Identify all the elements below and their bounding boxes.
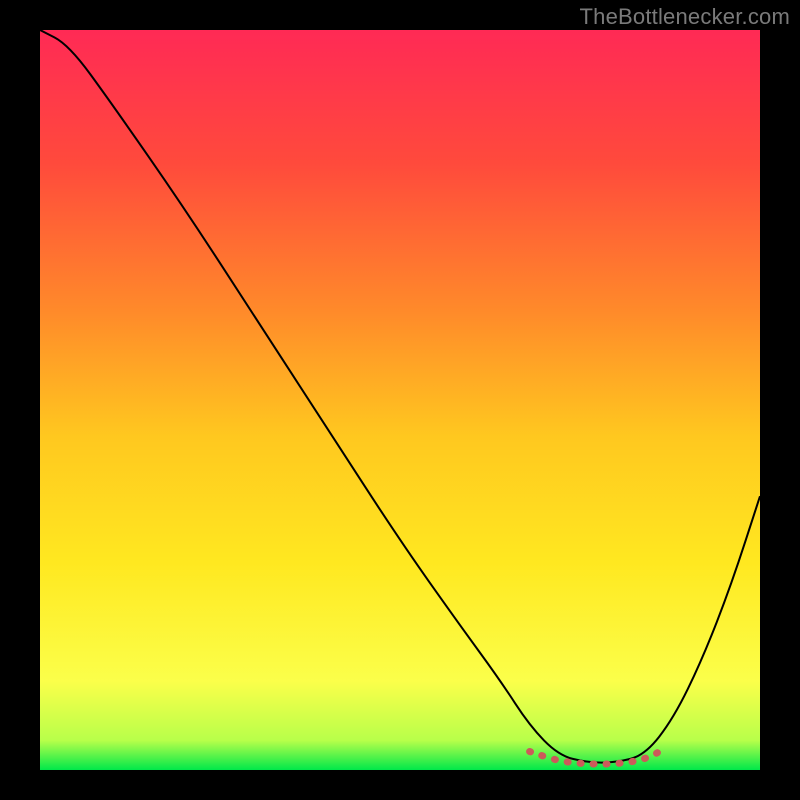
chart-frame: { "attribution": "TheBottlenecker.com", … [0,0,800,800]
attribution-text: TheBottlenecker.com [580,4,790,30]
bottleneck-chart [0,0,800,800]
plot-background [40,30,760,770]
